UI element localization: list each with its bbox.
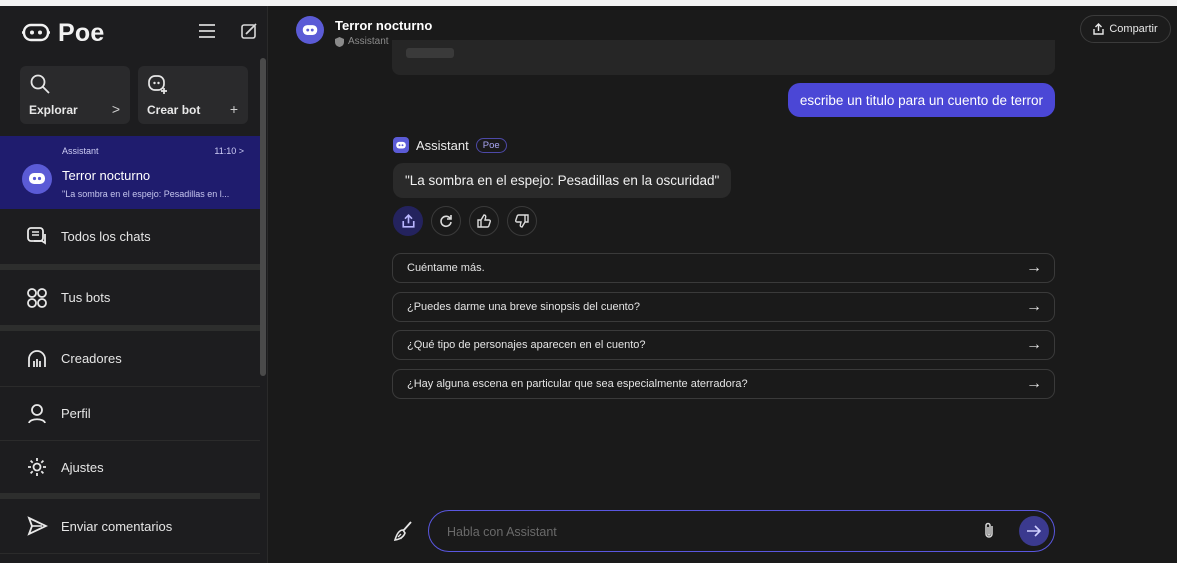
sidebar-item-label: Perfil: [61, 406, 91, 421]
sidebar-item-creators[interactable]: Creadores: [0, 331, 260, 387]
message-actions: [393, 206, 537, 236]
previous-message-chip: [406, 48, 454, 58]
arrow-right-icon: [1027, 525, 1042, 537]
chat-bot-name: Assistant: [62, 146, 99, 156]
bot-avatar[interactable]: [393, 137, 409, 153]
message-input-container: [428, 510, 1055, 552]
bot-badge: Poe: [475, 137, 507, 153]
sidebar-item-label: Todos los chats: [61, 229, 151, 244]
chevron-right-icon: >: [111, 101, 120, 117]
suggestion-button[interactable]: Cuéntame más. →: [392, 253, 1055, 283]
sidebar-item-label: Ajustes: [61, 459, 104, 475]
chat-snippet: "La sombra en el espejo: Pesadillas en l…: [62, 189, 230, 199]
sidebar-item-label: Enviar comentarios: [61, 518, 173, 534]
sidebar-item-feedback[interactable]: Enviar comentarios: [0, 499, 260, 554]
sidebar-item-profile[interactable]: Perfil: [0, 387, 260, 441]
header-subtitle: Assistant: [335, 36, 389, 47]
suggestion-label: ¿Qué tipo de personajes aparecen en el c…: [407, 339, 646, 351]
refresh-icon: [440, 215, 452, 228]
user-message: escribe un titulo para un cuento de terr…: [787, 83, 1055, 117]
suggestion-button[interactable]: ¿Hay alguna escena en particular que sea…: [392, 369, 1055, 399]
poe-logo-icon: [22, 23, 50, 42]
explore-tile[interactable]: Explorar >: [20, 66, 130, 124]
bot-message-header: Assistant Poe: [393, 137, 507, 153]
send-button[interactable]: [1019, 516, 1049, 546]
sidebar-item-your-bots[interactable]: Tus bots: [0, 270, 260, 331]
arrow-right-icon: →: [1026, 298, 1042, 315]
dislike-button[interactable]: [507, 206, 537, 236]
share-message-button[interactable]: [393, 206, 423, 236]
attach-button[interactable]: [979, 521, 999, 541]
create-bot-label: Crear bot: [147, 103, 201, 117]
new-chat-icon[interactable]: [238, 20, 260, 42]
paperclip-icon: [985, 522, 993, 538]
clear-context-button[interactable]: [392, 520, 414, 542]
message-input[interactable]: [447, 522, 967, 542]
sidebar-item-label: Creadores: [61, 351, 122, 366]
page-title[interactable]: Terror nocturno: [335, 18, 432, 33]
retry-button[interactable]: [431, 206, 461, 236]
arrow-right-icon: →: [1026, 375, 1042, 392]
sidebar-scrollbar[interactable]: [260, 58, 266, 376]
suggestion-label: Cuéntame más.: [407, 262, 485, 274]
bot-message: "La sombra en el espejo: Pesadillas en l…: [393, 163, 732, 198]
bot-avatar: [22, 164, 52, 194]
bot-name[interactable]: Assistant: [416, 138, 469, 153]
plus-icon: +: [229, 101, 238, 117]
sidebar-item-all-chats[interactable]: Todos los chats: [0, 209, 260, 270]
share-icon: [1093, 23, 1105, 35]
sidebar-item-label: Tus bots: [61, 290, 111, 305]
suggestion-button[interactable]: ¿Puedes darme una breve sinopsis del cue…: [392, 292, 1055, 322]
suggestion-label: ¿Hay alguna escena en particular que sea…: [407, 378, 748, 390]
brand-name: Poe: [58, 18, 105, 47]
share-label: Compartir: [1109, 23, 1158, 35]
creators-icon: [25, 347, 49, 371]
suggestion-label: ¿Puedes darme una breve sinopsis del cue…: [407, 301, 640, 313]
create-bot-tile[interactable]: Crear bot +: [138, 66, 248, 124]
gear-icon: [25, 455, 49, 479]
user-icon: [25, 402, 49, 426]
chats-icon: [25, 225, 49, 249]
share-icon: [401, 214, 415, 228]
header-bot-name: Assistant: [348, 36, 389, 47]
shield-icon: [335, 36, 344, 47]
search-icon: [30, 74, 50, 94]
thumbs-down-icon: [515, 214, 529, 228]
chat-title: Terror nocturno: [62, 168, 151, 183]
sidebar: Poe Explorar > Crear bot + Assistant 11:…: [0, 6, 268, 563]
sidebar-item-settings[interactable]: Ajustes: [0, 441, 260, 499]
share-button[interactable]: Compartir: [1080, 15, 1171, 43]
bots-icon: [25, 286, 49, 310]
broom-icon: [393, 521, 412, 541]
create-bot-icon: [148, 75, 167, 94]
bot-avatar[interactable]: [296, 16, 324, 44]
chat-time: 11:10 >: [214, 146, 244, 156]
explore-label: Explorar: [29, 103, 78, 117]
like-button[interactable]: [469, 206, 499, 236]
arrow-right-icon: →: [1026, 259, 1042, 276]
previous-message-bubble: [392, 40, 1055, 75]
send-feedback-icon: [25, 514, 49, 538]
arrow-right-icon: →: [1026, 336, 1042, 353]
thumbs-up-icon: [477, 214, 491, 228]
menu-icon[interactable]: [196, 20, 218, 42]
active-chat-item[interactable]: Assistant 11:10 > Terror nocturno "La so…: [0, 136, 260, 209]
brand[interactable]: Poe: [22, 16, 104, 50]
suggestion-button[interactable]: ¿Qué tipo de personajes aparecen en el c…: [392, 330, 1055, 360]
